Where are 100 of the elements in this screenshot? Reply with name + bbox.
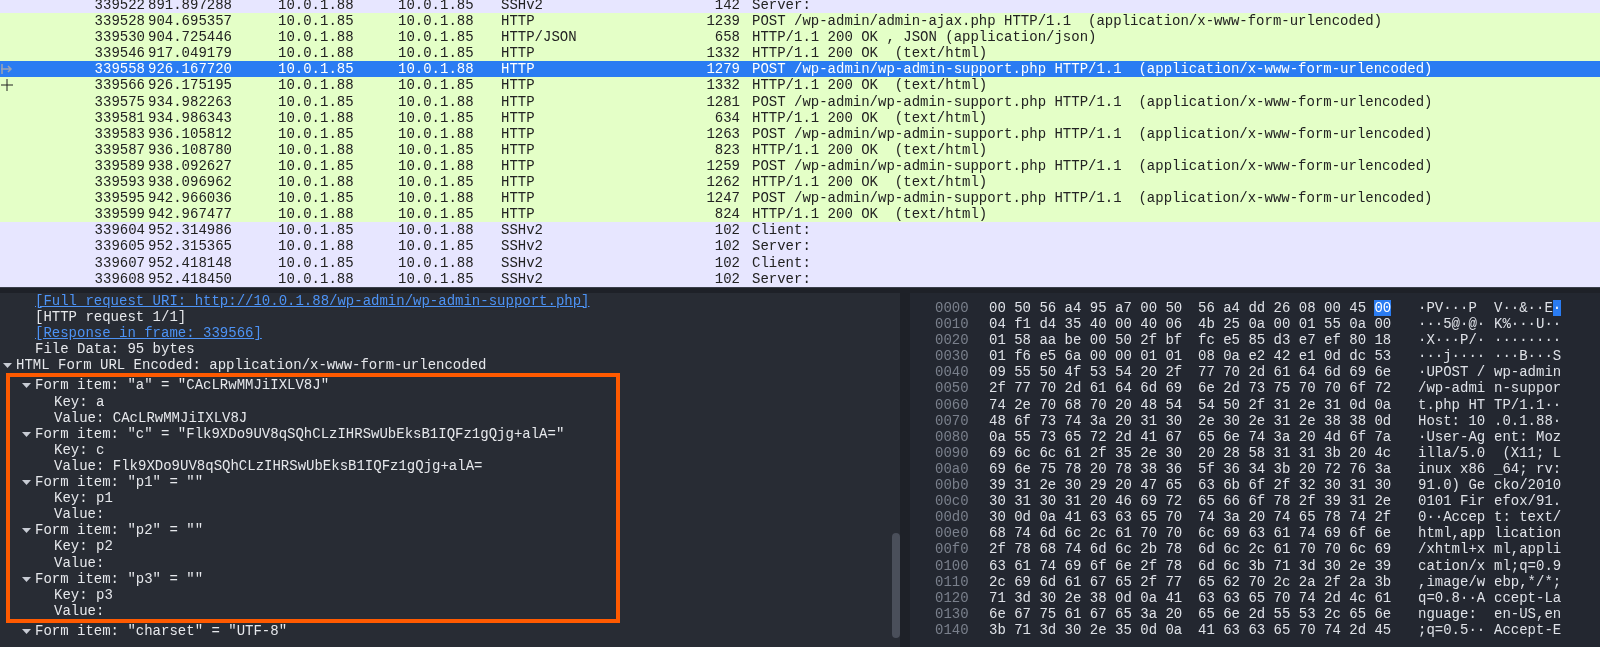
ascii-text[interactable]: Accept-E bbox=[1494, 621, 1562, 638]
ascii-text[interactable]: illa/5.0 bbox=[1418, 444, 1486, 461]
ascii-text[interactable]: cation/x bbox=[1418, 557, 1486, 574]
hex-bytes[interactable]: 63 6b 6f 2f 32 30 31 30 bbox=[1198, 477, 1392, 494]
hex-bytes[interactable]: 0a 55 73 65 72 2d 41 67 bbox=[989, 428, 1183, 445]
ascii-text[interactable]: ·X···P/· bbox=[1418, 332, 1486, 349]
hex-bytes[interactable]: 69 6c 6c 61 2f 35 2e 30 bbox=[989, 444, 1183, 461]
ascii-text[interactable]: t.php HT bbox=[1418, 396, 1486, 413]
hex-bytes[interactable]: 2f 77 70 2d 61 64 6d 69 bbox=[989, 380, 1183, 397]
hex-bytes[interactable]: 56 a4 dd 26 08 00 45 bbox=[1198, 300, 1367, 317]
ascii-text[interactable]: ···B···S bbox=[1494, 348, 1562, 365]
hex-bytes[interactable]: 20 28 58 31 31 3b 20 4c bbox=[1198, 444, 1392, 461]
packet-row[interactable]: 339593 938.096962 10.0.1.88 10.0.1.85 HTTP 1262 HTTP/1.1 200 OK (text/html) bbox=[0, 174, 1600, 191]
ascii-text[interactable]: efox/91. bbox=[1494, 493, 1562, 510]
ascii-text[interactable]: ml,appli bbox=[1494, 541, 1562, 558]
tree-node[interactable]: Form item: "charset" = "UTF-8" bbox=[35, 622, 288, 639]
tree-field[interactable]: Value: CAcLRwMMJiIXLV8J bbox=[54, 409, 248, 426]
tree-node[interactable]: Form item: "p2" = "" bbox=[35, 522, 204, 539]
hex-bytes[interactable]: 6e 67 75 61 67 65 3a 20 bbox=[989, 605, 1183, 622]
collapse-arrow-icon[interactable] bbox=[22, 626, 31, 636]
packet-row[interactable]: 339595 942.966036 10.0.1.85 10.0.1.88 HTTP 1247 POST /wp-admin/wp-admin-support.php HTTP/1.1 (application/x-www-form-urlencoded) bbox=[0, 190, 1600, 207]
hex-bytes[interactable]: 63 61 74 69 6f 6e 2f 78 bbox=[989, 557, 1183, 574]
ascii-text[interactable]: ;q=0.5·· bbox=[1418, 621, 1486, 638]
collapse-arrow-icon[interactable] bbox=[22, 429, 31, 439]
hex-bytes[interactable]: 63 63 65 70 74 2d 4c 61 bbox=[1198, 589, 1392, 606]
ascii-text[interactable]: ebp,*/*; bbox=[1494, 573, 1562, 590]
hex-bytes[interactable]: fc e5 85 d3 e7 ef 80 18 bbox=[1198, 332, 1392, 349]
hex-bytes[interactable]: 48 6f 73 74 3a 20 31 30 bbox=[989, 412, 1183, 429]
ascii-text[interactable]: (X11; L bbox=[1494, 444, 1562, 461]
ascii-text[interactable]: html,app bbox=[1418, 525, 1486, 542]
hex-bytes[interactable]: 01 58 aa be 00 50 2f bf bbox=[989, 332, 1183, 349]
ascii-text[interactable]: wp-admin bbox=[1494, 364, 1562, 381]
collapse-arrow-icon[interactable] bbox=[22, 526, 31, 536]
hex-bytes[interactable]: 65 6e 2d 55 53 2c 65 6e bbox=[1198, 605, 1392, 622]
hex-bytes[interactable]: 2e 30 2e 31 2e 38 38 0d bbox=[1198, 412, 1392, 429]
ascii-text[interactable]: q=0.8··A bbox=[1418, 589, 1486, 606]
ascii-text[interactable]: ········ bbox=[1494, 332, 1562, 349]
ascii-text[interactable]: 0··Accep bbox=[1418, 509, 1486, 526]
packet-row[interactable]: 339605 952.315365 10.0.1.88 10.0.1.85 SSHv2 102 Server: bbox=[0, 238, 1600, 255]
tree-field[interactable]: [HTTP request 1/1] bbox=[35, 309, 187, 326]
tree-field[interactable]: File Data: 95 bytes bbox=[35, 341, 195, 358]
hex-bytes[interactable]: 65 62 70 2c 2a 2f 2a 3b bbox=[1198, 573, 1392, 590]
packet-row[interactable]: 339530 904.725446 10.0.1.88 10.0.1.85 HTTP/JSON 658 HTTP/1.1 200 OK , JSON (application/json) bbox=[0, 29, 1600, 46]
collapse-arrow-icon[interactable] bbox=[22, 478, 31, 488]
tree-node[interactable]: HTML Form URL Encoded: application/x-www-form-urlencoded bbox=[16, 357, 487, 374]
ascii-text[interactable]: ent: Moz bbox=[1494, 428, 1562, 445]
collapse-arrow-icon[interactable] bbox=[22, 574, 31, 584]
hex-bytes[interactable]: 04 f1 d4 35 40 00 40 06 bbox=[989, 316, 1183, 333]
hex-bytes[interactable]: 30 0d 0a 41 63 63 65 70 bbox=[989, 509, 1183, 526]
hex-bytes[interactable]: 74 2e 70 68 70 20 48 54 bbox=[989, 396, 1183, 413]
ascii-text[interactable]: nguage: bbox=[1418, 605, 1486, 622]
hex-bytes[interactable]: 30 31 30 31 20 46 69 72 bbox=[989, 493, 1183, 510]
hex-bytes[interactable]: 3b 71 3d 30 2e 35 0d 0a bbox=[989, 621, 1183, 638]
hex-bytes[interactable]: 09 55 50 4f 53 54 20 2f bbox=[989, 364, 1183, 381]
tree-node[interactable]: Form item: "a" = "CAcLRwMMJiIXLV8J" bbox=[35, 377, 330, 394]
packet-row[interactable]: 339522 891.897288 10.0.1.88 10.0.1.85 SSHv2 142 Server: bbox=[0, 0, 1600, 14]
ascii-text[interactable]: /wp-admi bbox=[1418, 380, 1486, 397]
hex-bytes[interactable]: 6e 2d 73 75 70 70 6f 72 bbox=[1198, 380, 1392, 397]
tree-field[interactable]: Key: p2 bbox=[54, 538, 113, 555]
ascii-text[interactable]: V··&··E bbox=[1494, 300, 1553, 317]
hex-bytes[interactable]: 6d 6c 2c 61 70 70 6c 69 bbox=[1198, 541, 1392, 558]
collapse-arrow-icon[interactable] bbox=[3, 361, 12, 371]
ascii-text[interactable]: /xhtml+x bbox=[1418, 541, 1486, 558]
hex-bytes[interactable]: 39 31 2e 30 29 20 47 65 bbox=[989, 477, 1183, 494]
ascii-text[interactable]: cko/2010 bbox=[1494, 477, 1562, 494]
ascii-text[interactable]: ·UPOST / bbox=[1418, 364, 1486, 381]
hex-bytes[interactable]: 00 50 56 a4 95 a7 00 50 bbox=[989, 300, 1183, 317]
packet-row[interactable]: 339604 952.314986 10.0.1.85 10.0.1.88 SSHv2 102 Client: bbox=[0, 222, 1600, 239]
hex-bytes[interactable]: 69 6e 75 78 20 78 38 36 bbox=[989, 460, 1183, 478]
hex-bytes[interactable]: 6c 69 63 61 74 69 6f 6e bbox=[1198, 525, 1392, 542]
ascii-text[interactable]: ·User-Ag bbox=[1418, 428, 1486, 445]
ascii-text[interactable]: ,image/w bbox=[1418, 573, 1486, 590]
ascii-text[interactable]: 91.0) Ge bbox=[1418, 477, 1486, 494]
tree-node[interactable]: Form item: "c" = "Flk9XDo9UV8qSQhCLzIHRSwUbEksB1IQFz1gQjg+alA=" bbox=[35, 425, 565, 442]
hex-bytes[interactable]: 65 66 6f 78 2f 39 31 2e bbox=[1198, 493, 1392, 510]
packet-row[interactable]: 339528 904.695357 10.0.1.85 10.0.1.88 HTTP 1239 POST /wp-admin/admin-ajax.php HTTP/1.1 (application/x-www-form-urlencoded) bbox=[0, 13, 1600, 30]
tree-field[interactable]: Value: bbox=[54, 506, 105, 523]
tree-field[interactable]: Key: p1 bbox=[54, 490, 113, 507]
hex-bytes[interactable]: 71 3d 30 2e 38 0d 0a 41 bbox=[989, 589, 1183, 606]
hex-bytes[interactable]: 5f 36 34 3b 20 72 76 3a bbox=[1198, 460, 1392, 478]
hex-bytes[interactable]: 77 70 2d 61 64 6d 69 6e bbox=[1198, 364, 1392, 381]
tree-node[interactable]: Form item: "p3" = "" bbox=[35, 570, 204, 587]
ascii-text[interactable]: .0.1.88· bbox=[1494, 412, 1562, 429]
ascii-text[interactable]: ···5@·@· bbox=[1418, 316, 1486, 333]
ascii-text[interactable]: K%···U·· bbox=[1494, 316, 1562, 333]
hex-bytes[interactable]: 4b 25 0a 00 01 55 0a 00 bbox=[1198, 316, 1392, 333]
ascii-text[interactable]: lication bbox=[1494, 525, 1562, 542]
ascii-text[interactable]: ···j···· bbox=[1418, 348, 1486, 365]
ascii-text[interactable]: TP/1.1·· bbox=[1494, 396, 1562, 413]
hex-bytes[interactable]: 54 50 2f 31 2e 31 0d 0a bbox=[1198, 396, 1392, 413]
hex-bytes[interactable]: 01 f6 e5 6a 00 00 01 01 bbox=[989, 348, 1183, 365]
scrollbar-thumb[interactable] bbox=[892, 533, 900, 638]
tree-field[interactable]: Key: a bbox=[54, 393, 105, 410]
frame-link[interactable]: [Full request URI: http://10.0.1.88/wp-admin/wp-admin-support.php] bbox=[35, 293, 590, 309]
hex-bytes[interactable]: 74 3a 20 74 65 78 74 2f bbox=[1198, 509, 1392, 526]
ascii-text[interactable]: ccept-La bbox=[1494, 589, 1562, 606]
ascii-text[interactable]: ·PV···P bbox=[1418, 300, 1477, 317]
packet-row[interactable]: 339546 917.049179 10.0.1.88 10.0.1.85 HTTP 1332 HTTP/1.1 200 OK (text/html) bbox=[0, 45, 1600, 62]
hex-bytes[interactable]: 2c 69 6d 61 67 65 2f 77 bbox=[989, 573, 1183, 590]
packet-row[interactable]: 339599 942.967477 10.0.1.88 10.0.1.85 HTTP 824 HTTP/1.1 200 OK (text/html) bbox=[0, 206, 1600, 223]
